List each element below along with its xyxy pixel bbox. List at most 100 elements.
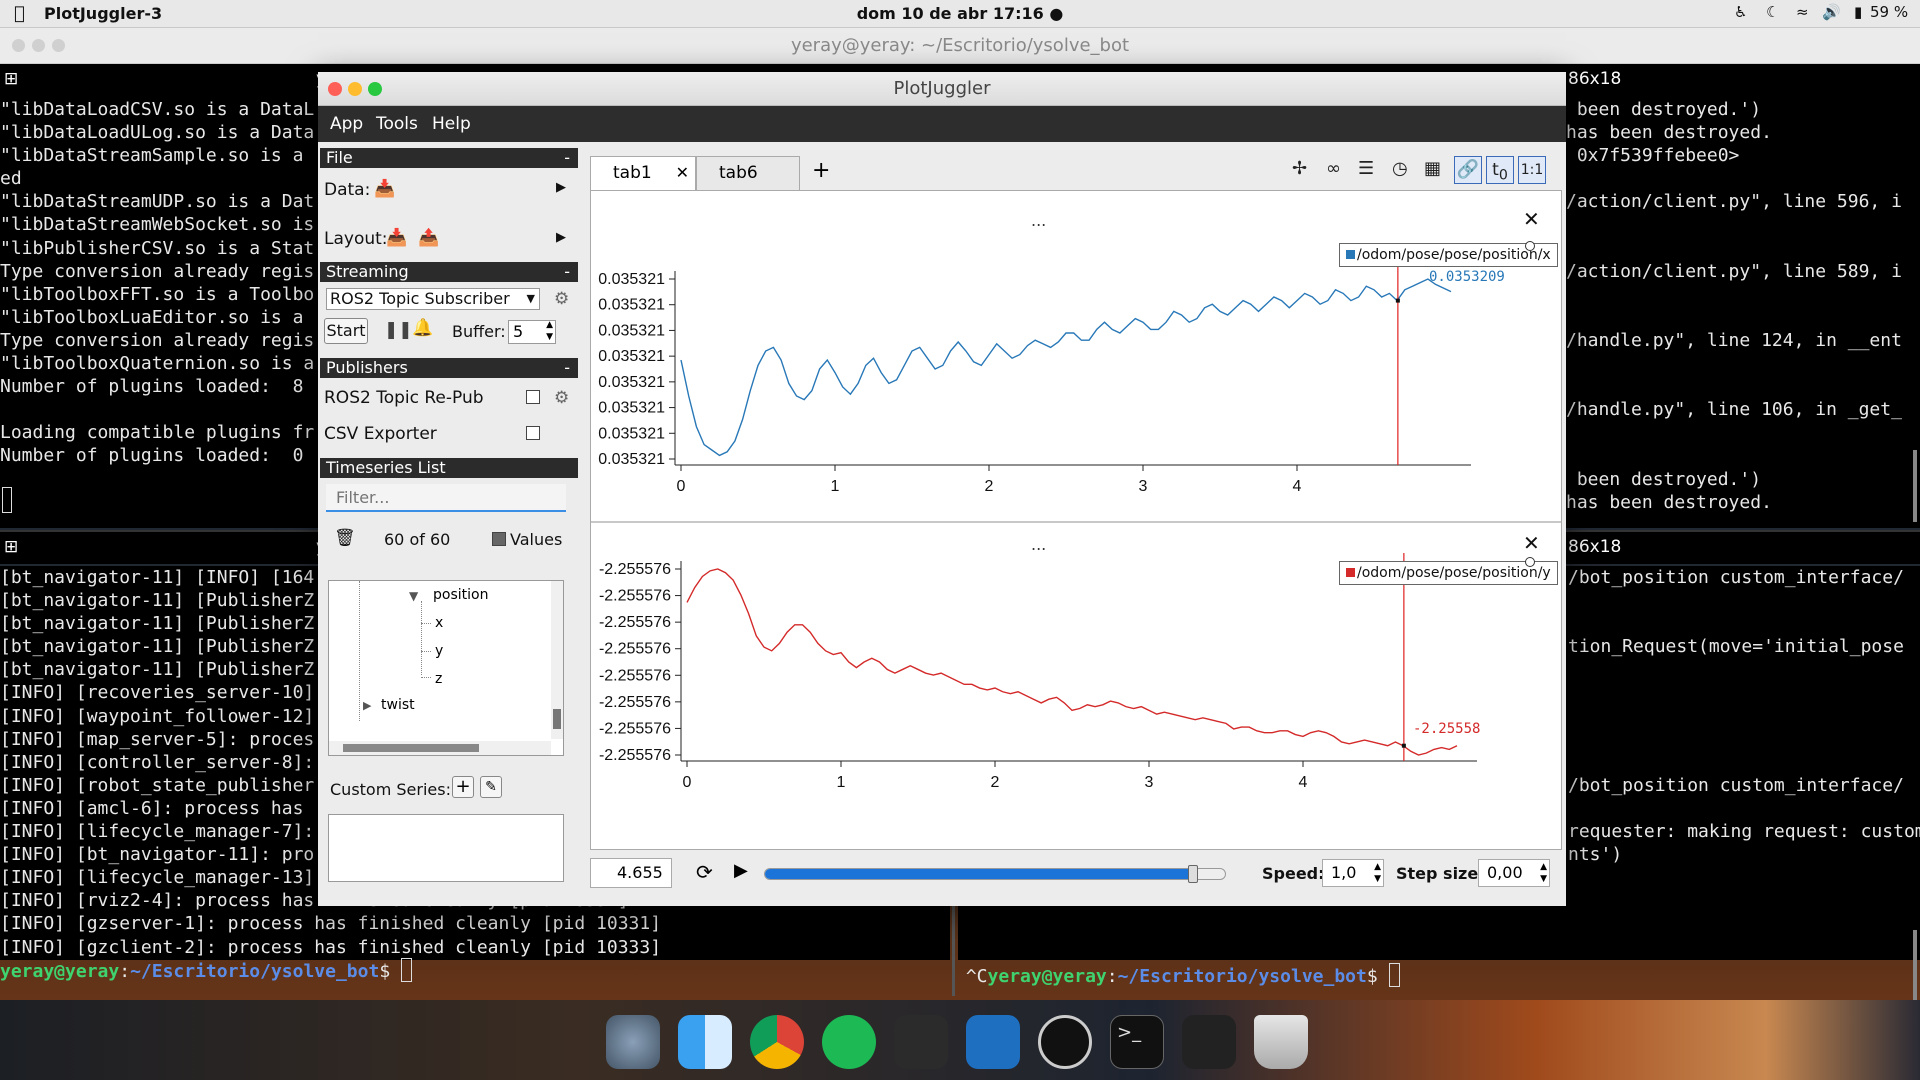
file-section-header[interactable]: File - xyxy=(320,148,578,168)
load-layout-icon[interactable]: 📥 xyxy=(386,228,407,248)
streaming-source-select[interactable]: ROS2 Topic Subscriber ▼ xyxy=(326,288,540,310)
timeseries-tree[interactable]: ▼ position x y z ▶ twist xyxy=(328,580,564,756)
gear-icon[interactable]: ⚙ xyxy=(554,388,569,408)
load-data-icon[interactable]: 📥 xyxy=(374,179,395,199)
save-layout-icon[interactable]: 📤 xyxy=(418,228,439,248)
expanded-arrow-icon[interactable]: ▼ xyxy=(409,589,418,603)
tree-vertical-scrollbar[interactable] xyxy=(551,581,563,739)
menu-app[interactable]: App xyxy=(330,114,363,134)
tree-leaf-y[interactable]: y xyxy=(435,643,443,659)
ratio-1-1-icon[interactable]: 1:1 xyxy=(1518,156,1546,184)
close-button[interactable] xyxy=(328,82,342,96)
tree-horizontal-scrollbar[interactable] xyxy=(329,741,551,755)
x-tick-label: 0 xyxy=(683,774,692,791)
spin-arrows-icon[interactable]: ▲ ▼ xyxy=(1540,861,1547,885)
tree-leaf-x[interactable]: x xyxy=(435,615,443,631)
chrome-icon[interactable] xyxy=(750,1015,804,1069)
publisher-ros2-checkbox[interactable] xyxy=(526,390,540,404)
night-mode-icon[interactable]: ☾ xyxy=(1766,3,1779,21)
time-offset-icon[interactable]: t0 xyxy=(1486,156,1514,184)
menu-help[interactable]: Help xyxy=(432,114,471,134)
system-top-bar:  PlotJuggler-3 dom 10 de abr 17:16 ● ♿ … xyxy=(0,0,1920,28)
shell-prompt-left[interactable]: yeray@yeray:~/Escritorio/ysolve_bot$ xyxy=(0,958,412,982)
terminal-line: been destroyed.') xyxy=(1566,99,1762,120)
time-field[interactable]: 4.655 xyxy=(590,858,672,888)
clock-icon[interactable]: ◷ xyxy=(1392,158,1408,179)
terminal-line: /handle.py", line 106, in _get_ xyxy=(1566,399,1902,421)
step-size-spinbox[interactable]: 0,00 ▲ ▼ xyxy=(1478,859,1550,887)
minimize-button[interactable] xyxy=(348,82,362,96)
collapsed-arrow-icon[interactable]: ▶ xyxy=(363,699,371,712)
vscode-icon[interactable] xyxy=(966,1015,1020,1069)
accessibility-icon[interactable]: ♿ xyxy=(1734,3,1747,21)
custom-series-label: Custom Series: xyxy=(330,780,451,799)
zoom-button[interactable] xyxy=(368,82,382,96)
shell-prompt-right[interactable]: ^Cyeray@yeray:~/Escritorio/ysolve_bot$ xyxy=(952,958,1400,994)
timeseries-section-header[interactable]: Timeseries List xyxy=(320,458,578,478)
battery-icon[interactable]: ▮ xyxy=(1854,3,1862,21)
add-tab-icon[interactable]: + xyxy=(812,158,830,183)
legend-handle[interactable] xyxy=(1525,241,1535,251)
start-button[interactable]: Start xyxy=(324,318,368,344)
tab-tab1[interactable]: tab1 ✕ xyxy=(590,156,696,190)
time-slider[interactable] xyxy=(764,865,1226,883)
terminal-pane-top-right[interactable]: been destroyed.') has been destroyed. 0x7… xyxy=(1566,98,1920,528)
play-icon[interactable]: ▶ xyxy=(734,860,748,881)
tab-tab6[interactable]: tab6 xyxy=(696,156,800,190)
grid-icon[interactable]: ▦ xyxy=(1424,158,1441,179)
collapse-icon[interactable]: - xyxy=(564,358,570,378)
finder-icon[interactable] xyxy=(678,1015,732,1069)
split-icon[interactable]: ⊞ xyxy=(4,69,18,89)
split-icon[interactable]: ⊞ xyxy=(4,537,18,557)
plot-x-chart: 0.035321 0.035321 0.035321 0.035321 0.035321… xyxy=(598,263,1471,495)
plotjuggler-icon[interactable] xyxy=(1182,1015,1236,1069)
pause-icon[interactable]: ❚❚ xyxy=(384,320,413,340)
wifi-icon[interactable]: ≈ xyxy=(1796,3,1809,21)
terminal-icon[interactable]: >_ xyxy=(1110,1015,1164,1069)
filter-input[interactable] xyxy=(326,484,566,512)
volume-icon[interactable]: 🔊 xyxy=(1822,3,1841,21)
layout-menu-arrow-icon[interactable]: ▶ xyxy=(556,230,566,245)
documents-icon[interactable] xyxy=(894,1015,948,1069)
list-icon[interactable]: ☰ xyxy=(1358,158,1374,179)
close-tab-icon[interactable]: ✕ xyxy=(676,157,689,189)
collapse-icon[interactable]: - xyxy=(564,148,570,168)
x-tick-label: 1 xyxy=(831,478,840,495)
legend-handle[interactable] xyxy=(1525,557,1535,567)
tree-leaf-z[interactable]: z xyxy=(435,671,442,687)
publisher-csv-checkbox[interactable] xyxy=(526,426,540,440)
tree-node-position[interactable]: position xyxy=(433,587,488,603)
plotjuggler-window: PlotJuggler App Tools Help File - Data: 📥… xyxy=(318,72,1566,906)
spin-arrows-icon[interactable]: ▲ ▼ xyxy=(546,319,553,343)
battery-percent: 59 % xyxy=(1870,3,1909,21)
trash-icon[interactable] xyxy=(1254,1015,1308,1069)
plot-panel-y[interactable]: ... ✕ -2.255576 -2.255576 -2.255576 -2.2555… xyxy=(591,523,1561,849)
bell-icon[interactable]: 🔔 xyxy=(412,318,433,338)
github-icon[interactable] xyxy=(1038,1015,1092,1069)
spotify-icon[interactable] xyxy=(822,1015,876,1069)
fit-curves-icon[interactable]: ∞ xyxy=(1326,158,1341,179)
custom-series-list[interactable] xyxy=(328,814,564,882)
publishers-section-header[interactable]: Publishers - xyxy=(320,358,578,378)
values-checkbox[interactable] xyxy=(492,532,506,546)
edit-icon[interactable]: ✎ xyxy=(480,776,502,798)
menu-tools[interactable]: Tools xyxy=(376,114,418,134)
loop-icon[interactable]: ⟳ xyxy=(696,860,713,884)
streaming-section-header[interactable]: Streaming - xyxy=(320,262,578,282)
scrollbar[interactable] xyxy=(1913,450,1917,522)
spin-arrows-icon[interactable]: ▲ ▼ xyxy=(1374,861,1381,885)
data-menu-arrow-icon[interactable]: ▶ xyxy=(556,180,566,195)
move-icon[interactable]: ✢ xyxy=(1292,158,1307,179)
scrollbar[interactable] xyxy=(1913,930,1917,1000)
buffer-spinbox[interactable]: 5 ▲ ▼ xyxy=(508,320,556,344)
gear-icon[interactable]: ⚙ xyxy=(554,289,569,309)
plot-panel-x[interactable]: ... ✕ 0.035321 0.035321 0.035321 0.035321 0.… xyxy=(591,191,1561,521)
launchpad-icon[interactable] xyxy=(606,1015,660,1069)
speed-spinbox[interactable]: 1,0 ▲ ▼ xyxy=(1322,859,1384,887)
tree-node-twist[interactable]: twist xyxy=(381,697,415,713)
add-custom-series-button[interactable]: + xyxy=(452,776,474,798)
collapse-icon[interactable]: - xyxy=(564,262,570,282)
link-icon[interactable]: 🔗 xyxy=(1454,156,1482,184)
slider-handle[interactable] xyxy=(1187,865,1198,883)
trash-icon[interactable]: 🗑 xyxy=(334,528,356,548)
